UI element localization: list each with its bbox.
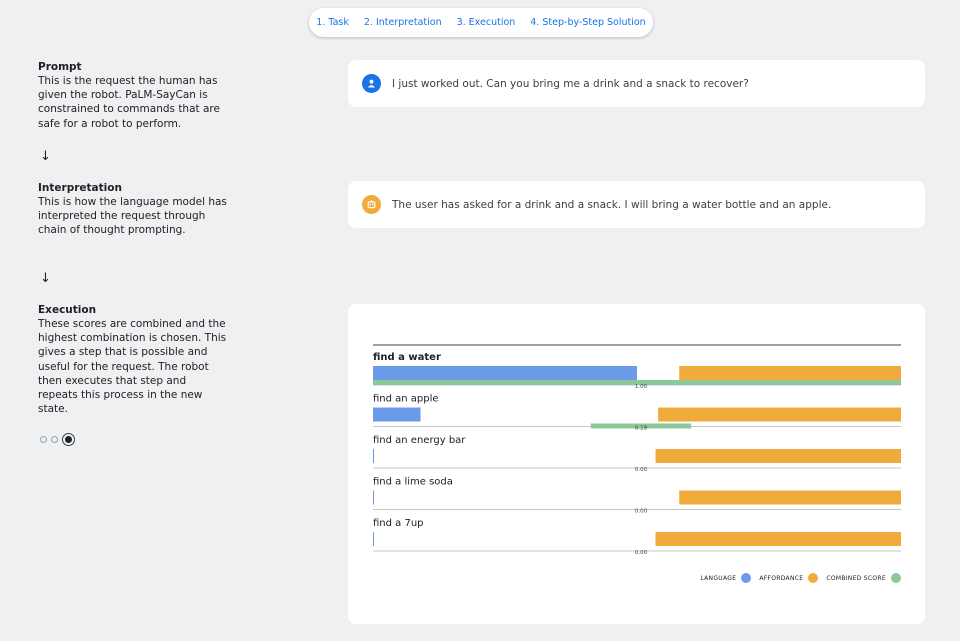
affordance-bar (655, 532, 901, 546)
affordance-bar (679, 366, 901, 380)
legend-affordance-dot (808, 573, 819, 583)
language-bar (373, 490, 374, 505)
interpretation-message: The user has asked for a drink and a sna… (392, 198, 832, 211)
execution-chart-card: find a water 1.00 find an apple 0.19 find an… (348, 304, 925, 624)
prompt-section: Prompt This is the request the human has… (38, 61, 228, 131)
prompt-card: I just worked out. Can you bring me a dr… (348, 60, 925, 107)
language-bar (373, 366, 637, 380)
step-pagination (40, 433, 75, 446)
robot-icon (362, 195, 381, 214)
legend-affordance: AFFORDANCE (759, 573, 819, 583)
down-arrow-icon: ↓ (40, 271, 51, 286)
tab-interpretation[interactable]: 2. Interpretation (364, 17, 442, 28)
execution-section: Execution These scores are combined and … (38, 304, 228, 416)
legend-language-label: LANGUAGE (700, 574, 737, 582)
combined-score-label: 0.00 (635, 509, 648, 515)
legend-language: LANGUAGE (700, 573, 752, 583)
legend-language-dot (741, 573, 752, 583)
combined-score-label: 0.19 (635, 426, 648, 432)
interpretation-card: The user has asked for a drink and a sna… (348, 181, 925, 228)
prompt-message: I just worked out. Can you bring me a dr… (392, 77, 749, 90)
affordance-bar (658, 407, 901, 422)
affordance-bar (655, 449, 901, 463)
tab-step-by-step-solution[interactable]: 4. Step-by-Step Solution (530, 17, 645, 28)
combined-score-label: 1.00 (635, 384, 648, 390)
prompt-description: This is the request the human has given … (38, 75, 220, 130)
row-label: find an apple (373, 394, 439, 405)
affordance-bar (679, 490, 901, 505)
combined-score-label: 0.00 (635, 550, 648, 556)
step-dot-2[interactable] (51, 436, 58, 443)
legend-affordance-label: AFFORDANCE (759, 574, 804, 582)
interpretation-title: Interpretation (38, 182, 122, 194)
row-label: find a 7up (373, 518, 424, 529)
legend-combined-dot (891, 573, 901, 583)
combined-score-label: 0.00 (635, 467, 648, 473)
row-label: find a water (373, 352, 441, 363)
interpretation-description: This is how the language model has inter… (38, 196, 227, 237)
tab-execution[interactable]: 3. Execution (457, 17, 516, 28)
score-chart: find a water 1.00 find an apple 0.19 find an… (373, 344, 901, 556)
prompt-title: Prompt (38, 61, 82, 73)
execution-description: These scores are combined and the highes… (38, 318, 227, 416)
step-dot-1[interactable] (40, 436, 47, 443)
language-bar (373, 407, 421, 422)
down-arrow-icon: ↓ (40, 149, 51, 164)
row-label: find a lime soda (373, 477, 453, 488)
execution-title: Execution (38, 304, 97, 316)
legend-combined-label: COMBINED SCORE (826, 574, 886, 582)
row-label: find an energy bar (373, 435, 466, 446)
legend-combined: COMBINED SCORE (826, 573, 901, 583)
step-dot-3-active[interactable] (62, 433, 75, 446)
chart-legend: LANGUAGE AFFORDANCE COMBINED SCORE (700, 573, 901, 583)
section-nav: 1. Task 2. Interpretation 3. Execution 4… (309, 8, 653, 37)
tab-task[interactable]: 1. Task (316, 17, 349, 28)
language-bar (373, 449, 374, 463)
interpretation-section: Interpretation This is how the language … (38, 182, 228, 238)
language-bar (373, 532, 374, 546)
person-icon (362, 74, 381, 93)
